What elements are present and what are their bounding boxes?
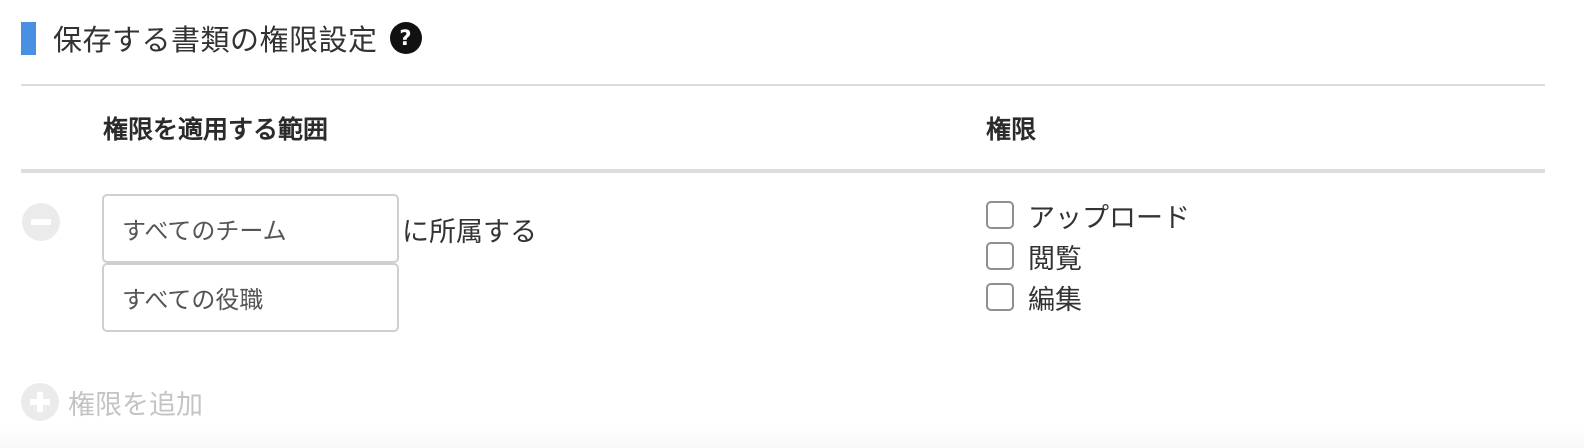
column-header-permission: 権限: [986, 115, 1037, 144]
permission-label: 編集: [1028, 284, 1082, 316]
column-header-scope: 権限を適用する範囲: [103, 115, 329, 144]
add-permission-button[interactable]: 権限を追加: [21, 382, 203, 422]
view-checkbox[interactable]: [986, 242, 1014, 270]
permission-edit[interactable]: 編集: [986, 279, 1082, 316]
team-select[interactable]: すべてのチーム: [102, 194, 399, 263]
section-header: 保存する書類の権限設定 ?: [21, 18, 422, 58]
team-select-value: すべてのチーム: [122, 217, 287, 245]
upload-checkbox[interactable]: [986, 201, 1014, 229]
plus-circle-icon: [21, 383, 59, 421]
permission-settings-page: 保存する書類の権限設定 ? 権限を適用する範囲 権限 すべてのチーム すべての役…: [0, 0, 1584, 448]
accent-bar: [21, 21, 36, 55]
question-circle-icon[interactable]: ?: [389, 22, 422, 54]
permission-label: アップロード: [1028, 202, 1190, 234]
permission-upload[interactable]: アップロード: [986, 197, 1190, 234]
add-permission-label: 権限を追加: [68, 389, 203, 421]
belongs-label: に所属する: [402, 217, 537, 248]
remove-row-button[interactable]: [22, 203, 60, 241]
divider: [21, 84, 1545, 86]
role-select[interactable]: すべての役職: [102, 263, 399, 332]
bottom-shade: [0, 428, 1584, 448]
minus-circle-icon: [31, 219, 51, 225]
role-select-value: すべての役職: [122, 286, 264, 314]
permission-view[interactable]: 閲覧: [986, 238, 1082, 275]
permission-label: 閲覧: [1028, 243, 1082, 275]
section-title: 保存する書類の権限設定: [53, 23, 378, 57]
edit-checkbox[interactable]: [986, 283, 1014, 311]
header-divider: [21, 169, 1545, 173]
